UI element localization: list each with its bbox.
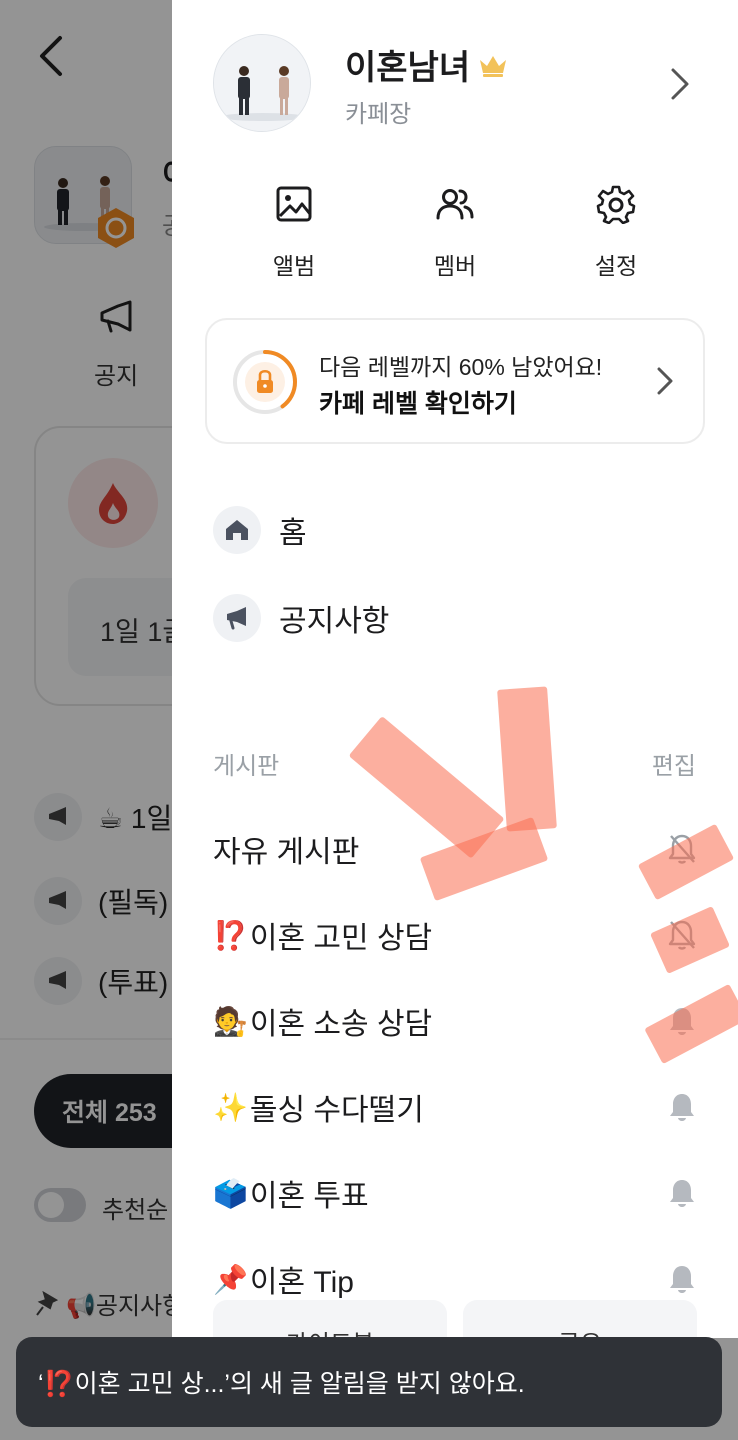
cafe-title-text: 이혼남녀 [345,49,471,87]
image-icon [276,186,312,222]
board-item[interactable]: 🧑‍⚖️ 이혼 소송 상담 [213,996,697,1046]
notification-toast: ‘⁉️이혼 고민 상...’의 새 글 알림을 받지 않아요. [16,1337,722,1427]
bell-icon[interactable] [667,1091,697,1123]
level-progress-text: 다음 레벨까지 60% 남았어요! [319,354,603,380]
members-button[interactable]: 멤버 [395,184,515,281]
gear-icon [596,185,636,225]
board-item[interactable]: 📌 이혼 Tip [213,1254,697,1304]
cafe-avatar[interactable] [213,34,311,132]
cafe-title[interactable]: 이혼남녀 [345,40,508,89]
crown-icon [480,55,507,77]
toast-message: ‘⁉️이혼 고민 상...’의 새 글 알림을 받지 않아요. [38,1370,525,1398]
album-button[interactable]: 앨범 [234,184,354,281]
settings-button[interactable]: 설정 [556,184,676,281]
bell-icon[interactable] [667,1263,697,1295]
level-progress-ring [233,350,297,414]
settings-label: 설정 [594,253,638,279]
board-emoji: ✨ [213,1091,248,1123]
board-label: 자유 게시판 [213,836,360,869]
boards-section-header: 게시판 [213,753,280,780]
album-label: 앨범 [272,253,316,279]
board-emoji: 🧑‍⚖️ [213,1005,248,1037]
members-label: 멤버 [433,253,477,279]
side-drawer: 이혼남녀 카페장 앨범 멤버 설정 다음 레벨까지 60% 남았어요! 카페 레… [172,0,738,1338]
board-emoji: 📌 [213,1263,248,1295]
chevron-right-icon [657,367,673,395]
menu-home[interactable]: 홈 [213,506,307,554]
highlight-annotation [497,686,557,832]
board-item[interactable]: 🗳️ 이혼 투표 [213,1168,697,1218]
home-icon [213,506,261,554]
board-label: 이혼 투표 [249,1180,369,1213]
board-label: 돌싱 수다떨기 [249,1094,424,1127]
member-role: 카페장 [345,101,412,128]
board-label: 이혼 소송 상담 [249,1008,433,1041]
edit-boards-button[interactable]: 편집 [652,746,696,781]
chevron-right-icon[interactable] [668,66,692,102]
board-emoji: 🗳️ [213,1177,248,1209]
board-item[interactable]: ⁉️ 이혼 고민 상담 [213,910,697,960]
megaphone-icon [213,594,261,642]
bell-icon[interactable] [667,1177,697,1209]
level-check-text: 카페 레벨 확인하기 [319,390,517,418]
menu-notice[interactable]: 공지사항 [213,594,389,642]
cafe-level-card[interactable]: 다음 레벨까지 60% 남았어요! 카페 레벨 확인하기 [205,318,705,444]
menu-notice-label: 공지사항 [279,605,390,638]
board-item[interactable]: ✨ 돌싱 수다떨기 [213,1082,697,1132]
board-emoji: ⁉️ [213,919,248,951]
share-button[interactable]: 공유 [463,1300,697,1338]
board-label: 이혼 Tip [249,1266,354,1299]
guidebook-button[interactable]: 가이드북 [213,1300,447,1338]
menu-home-label: 홈 [279,517,307,550]
board-label: 이혼 고민 상담 [249,922,433,955]
members-icon [436,189,474,220]
